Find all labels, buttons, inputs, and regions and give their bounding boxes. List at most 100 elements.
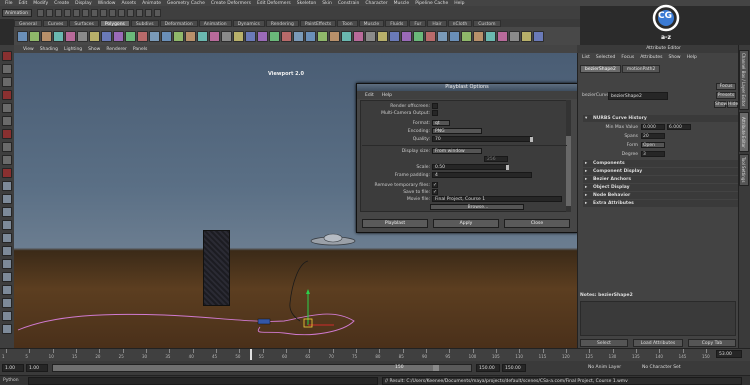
quality-slider-knob[interactable] [530,137,533,142]
section-node-behavior[interactable]: Node Behavior [583,192,738,199]
shelf-tab-dynamics[interactable]: Dynamics [232,20,265,27]
menu-window[interactable]: Window [95,1,119,6]
shelf-tab-ncloth[interactable]: nCloth [447,20,473,27]
menu-edit-deformers[interactable]: Edit Deformers [254,1,294,6]
snap-curve-icon[interactable] [100,8,107,17]
menu-edit[interactable]: Edit [16,1,31,6]
script-language-label[interactable]: Python [0,378,26,383]
save-to-file-checkbox[interactable]: ✓ [432,189,438,195]
polygon-tool-icon[interactable] [185,30,196,42]
render-offscreen-checkbox[interactable] [432,103,438,109]
attr-menu-focus[interactable]: Focus [618,55,637,60]
menu-modify[interactable]: Modify [30,1,51,6]
polygon-tool-icon[interactable] [29,30,40,42]
move-tool-icon[interactable] [2,90,12,100]
select-tool-icon[interactable] [2,51,12,61]
menu-character[interactable]: Character [362,1,390,6]
polygon-tool-icon[interactable] [137,30,148,42]
menu-assets[interactable]: Assets [118,1,139,6]
time-slider[interactable]: 1 5 10 15 20 25 30 35 40 45 50 55 60 65 70 75 80 85 90 95 10… [0,348,750,361]
multi-camera-checkbox[interactable] [432,110,438,116]
select-button[interactable]: Select [580,339,628,347]
polygon-tool-icon[interactable] [413,30,424,42]
menu-pipeline-cache[interactable]: Pipeline Cache [412,1,451,6]
polygon-tool-icon[interactable] [161,30,172,42]
shelf-tab-custom[interactable]: Custom [473,20,501,27]
persp-outliner-icon[interactable] [2,207,12,217]
dope-sheet-icon[interactable] [2,272,12,282]
focus-button[interactable]: Focus [716,83,736,90]
panel-menu-lighting[interactable]: Lighting [61,47,85,52]
polygon-tool-icon[interactable] [377,30,388,42]
attr-menu-selected[interactable]: Selected [593,55,619,60]
shelf-tab-rendering[interactable]: Rendering [265,20,299,27]
select-component-icon[interactable] [82,8,89,17]
polygon-tool-icon[interactable] [173,30,184,42]
polygon-tool-icon[interactable] [449,30,460,42]
uv-editor-icon[interactable] [2,298,12,308]
polygon-tool-icon[interactable] [305,30,316,42]
single-perspective-icon[interactable] [2,181,12,191]
universal-manip-icon[interactable] [2,129,12,139]
polygon-tool-icon[interactable] [437,30,448,42]
shelf-tab-surfaces[interactable]: Surfaces [69,20,99,27]
script-editor-icon[interactable] [2,311,12,321]
menu-display[interactable]: Display [72,1,95,6]
menu-skeleton[interactable]: Skeleton [294,1,319,6]
shelf-tab-fur[interactable]: Fur [409,20,427,27]
snap-grid-icon[interactable] [91,8,98,17]
snap-point-icon[interactable] [109,8,116,17]
polygon-tool-icon[interactable] [53,30,64,42]
format-dropdown[interactable]: qt [432,120,450,126]
persp-graph-icon[interactable] [2,220,12,230]
quality-field[interactable]: 70 [432,136,532,142]
panel-menu-view[interactable]: View [20,47,37,52]
polygon-tool-icon[interactable] [533,30,544,42]
panel-menu-shading[interactable]: Shading [37,47,61,52]
menu-animate[interactable]: Animate [139,1,164,6]
menu-muscle[interactable]: Muscle [391,1,413,6]
playblast-menu-help[interactable]: Help [378,93,396,98]
remove-temp-checkbox[interactable]: ✓ [432,182,438,188]
open-scene-icon[interactable] [46,8,53,17]
paint-select-icon[interactable] [2,77,12,87]
node-editor-icon[interactable] [2,324,12,334]
polygon-tool-icon[interactable] [41,30,52,42]
section-extra-attributes[interactable]: Extra Attributes [583,200,738,207]
snap-plane-icon[interactable] [118,8,125,17]
ipr-render-icon[interactable] [145,8,152,17]
polygon-tool-icon[interactable] [425,30,436,42]
polygon-tool-icon[interactable] [473,30,484,42]
menu-file[interactable]: File [2,1,16,6]
four-view-icon[interactable] [2,194,12,204]
playblast-button[interactable]: Playblast [362,219,428,228]
display-size-height-field[interactable]: 256 [484,156,508,162]
polygon-tool-icon[interactable] [329,30,340,42]
shelf-tab-subdivs[interactable]: Subdivs [130,20,159,27]
polygon-tool-icon[interactable] [269,30,280,42]
last-tool-icon[interactable] [2,168,12,178]
playblast-menu-edit[interactable]: Edit [361,93,378,98]
close-button[interactable]: Close [504,219,570,228]
apply-button[interactable]: Apply [433,219,499,228]
polygon-tool-icon[interactable] [509,30,520,42]
menu-constrain[interactable]: Constrain [335,1,363,6]
tab-bezier-shape[interactable]: bezierShape2 [580,65,621,73]
polygon-tool-icon[interactable] [233,30,244,42]
encoding-dropdown[interactable]: PNG [432,128,482,134]
end-time-field[interactable]: 150.00 [502,364,526,372]
panel-menu-show[interactable]: Show [85,47,103,52]
command-input[interactable] [28,376,378,385]
attr-menu-show[interactable]: Show [665,55,683,60]
attr-menu-help[interactable]: Help [684,55,700,60]
current-frame-field[interactable]: 53.00 [716,350,742,358]
shelf-tab-toon[interactable]: Toon [337,20,358,27]
polygon-tool-icon[interactable] [365,30,376,42]
mode-dropdown[interactable]: Animation [2,8,32,17]
attr-menu-attributes[interactable]: Attributes [637,55,665,60]
shelf-tab-general[interactable]: General [14,20,42,27]
node-name-field[interactable]: bezierShape2 [608,92,668,100]
menu-help[interactable]: Help [451,1,467,6]
polygon-tool-icon[interactable] [65,30,76,42]
start-time-field[interactable]: 1.00 [2,364,24,372]
